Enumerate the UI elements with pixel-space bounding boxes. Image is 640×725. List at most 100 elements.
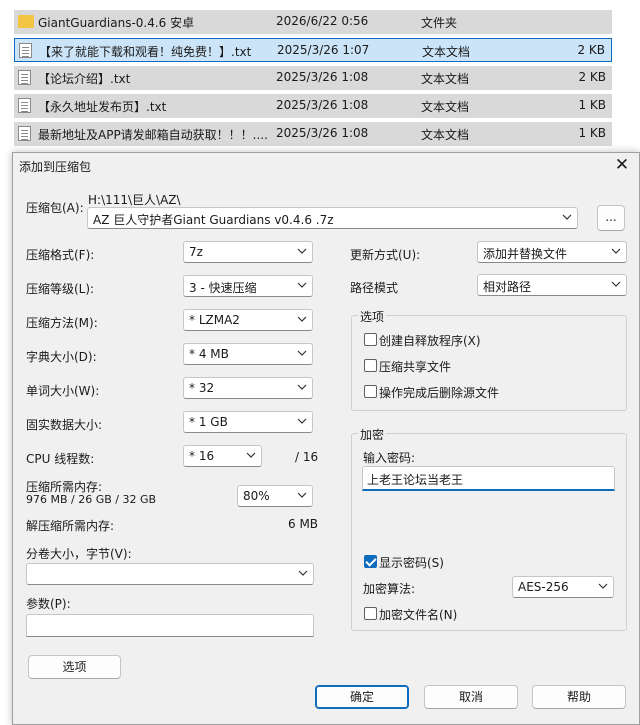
file-type: 文本文档 (421, 72, 470, 86)
file-size: 1 KB (578, 98, 606, 112)
decomp-mem-label: 解压缩所需内存: (26, 519, 115, 533)
cpu-label: CPU 线程数: (26, 452, 95, 466)
level-value: 3 - 快速压缩 (189, 281, 257, 295)
file-date: 2025/3/26 1:08 (276, 126, 369, 140)
text-file-icon (18, 126, 31, 141)
format-value: 7z (189, 245, 203, 259)
params-label: 参数(P): (26, 597, 71, 611)
chevron-down-icon (297, 245, 307, 257)
chevron-down-icon (297, 415, 307, 427)
archive-label: 压缩包(A): (26, 201, 84, 215)
encrypt-names-label: 加密文件名(N) (379, 608, 458, 622)
file-size: 2 KB (577, 43, 605, 57)
enc-method-value: AES-256 (518, 580, 569, 594)
word-value: * 32 (189, 381, 215, 395)
cpu-threads-select[interactable]: * 16 (183, 445, 262, 467)
close-icon[interactable]: ✕ (611, 155, 633, 175)
password-label: 输入密码: (363, 451, 416, 465)
encryption-group-title: 加密 (358, 426, 387, 443)
show-password-label: 显示密码(S) (379, 556, 444, 570)
archive-name-value: AZ 巨人守护者Giant Guardians v0.4.6 .7z (93, 213, 334, 227)
encrypt-names-checkbox[interactable] (364, 607, 377, 620)
word-select[interactable]: * 32 (183, 377, 313, 399)
file-name: 【永久地址发布页】.txt (38, 100, 167, 114)
file-type: 文件夹 (421, 16, 458, 30)
file-size: 2 KB (578, 70, 606, 84)
params-input[interactable] (26, 614, 314, 637)
delete-after-checkbox[interactable] (364, 385, 377, 398)
chevron-down-icon (297, 347, 307, 359)
chevron-down-icon (297, 489, 307, 501)
cpu-max: / 16 (295, 450, 319, 464)
decomp-mem-value: 6 MB (288, 517, 319, 531)
dict-select[interactable]: * 4 MB (183, 343, 313, 365)
file-date: 2025/3/26 1:07 (277, 43, 370, 57)
text-file-icon (18, 70, 31, 85)
file-type: 文本文档 (422, 45, 471, 59)
sfx-checkbox[interactable] (364, 333, 377, 346)
file-size: 1 KB (578, 126, 606, 140)
options-button[interactable]: 选项 (28, 655, 121, 679)
options-group-title: 选项 (358, 308, 387, 325)
browse-button[interactable]: ... (597, 205, 625, 231)
shared-files-checkbox[interactable] (364, 359, 377, 372)
update-label: 更新方式(U): (350, 248, 421, 262)
file-date: 2025/3/26 1:08 (276, 98, 369, 112)
format-label: 压缩格式(F): (26, 248, 95, 262)
password-value: 上老王论坛当老王 (367, 473, 464, 487)
cancel-button[interactable]: 取消 (424, 685, 518, 709)
archive-path: H:\111\巨人\AZ\ (88, 193, 181, 207)
dialog-title: 添加到压缩包 (19, 160, 92, 174)
file-type: 文本文档 (421, 100, 470, 114)
add-to-archive-dialog: 添加到压缩包 ✕ 压缩包(A): H:\111\巨人\AZ\ AZ 巨人守护者G… (12, 152, 640, 725)
file-name: 【论坛介绍】.txt (38, 72, 131, 86)
text-file-icon (18, 98, 31, 113)
split-size-combo[interactable] (26, 563, 314, 585)
file-row-folder[interactable]: GiantGuardians-0.4.6 安卓 2026/6/22 0:56 文… (14, 10, 612, 34)
ok-button[interactable]: 确定 (315, 685, 409, 709)
word-label: 单词大小(W): (26, 384, 100, 398)
method-label: 压缩方法(M): (26, 316, 98, 330)
path-mode-select[interactable]: 相对路径 (477, 274, 627, 296)
chevron-down-icon (562, 211, 572, 223)
dict-value: * 4 MB (189, 347, 229, 361)
file-name: GiantGuardians-0.4.6 安卓 (38, 16, 195, 30)
solid-label: 固实数据大小: (26, 418, 103, 432)
chevron-down-icon (598, 580, 608, 592)
text-file-icon (19, 43, 32, 58)
format-select[interactable]: 7z (183, 241, 313, 263)
archive-name-combo[interactable]: AZ 巨人守护者Giant Guardians v0.4.6 .7z (87, 207, 578, 229)
help-button[interactable]: 帮助 (532, 685, 626, 709)
split-label: 分卷大小，字节(V): (26, 547, 132, 561)
mem-percent-select[interactable]: 80% (237, 485, 313, 507)
file-row[interactable]: 【永久地址发布页】.txt 2025/3/26 1:08 文本文档 1 KB (14, 94, 612, 118)
chevron-down-icon (611, 245, 621, 257)
chevron-down-icon (297, 313, 307, 325)
path-mode-label: 路径模式 (350, 281, 399, 295)
sfx-label: 创建自释放程序(X) (379, 334, 481, 348)
file-date: 2026/6/22 0:56 (276, 14, 369, 28)
dict-label: 字典大小(D): (26, 350, 97, 364)
update-mode-select[interactable]: 添加并替换文件 (477, 241, 627, 263)
show-password-checkbox[interactable] (364, 555, 377, 568)
chevron-down-icon (297, 381, 307, 393)
file-list: GiantGuardians-0.4.6 安卓 2026/6/22 0:56 文… (0, 0, 640, 152)
file-date: 2025/3/26 1:08 (276, 70, 369, 84)
enc-method-label: 加密算法: (363, 582, 416, 596)
shared-files-label: 压缩共享文件 (379, 360, 452, 374)
enc-method-select[interactable]: AES-256 (512, 576, 614, 598)
cpu-value: * 16 (189, 449, 215, 463)
mem-detail: 976 MB / 26 GB / 32 GB (26, 493, 157, 506)
file-row[interactable]: 最新地址及APP请发邮箱自动获取！！！.... 2025/3/26 1:08 文… (14, 122, 612, 146)
password-input[interactable]: 上老王论坛当老王 (362, 466, 615, 491)
level-select[interactable]: 3 - 快速压缩 (183, 275, 313, 297)
file-row-selected[interactable]: 【来了就能下载和观看！纯免费！】.txt 2025/3/26 1:07 文本文档… (14, 38, 612, 62)
folder-icon (18, 15, 34, 28)
file-type: 文本文档 (421, 128, 470, 142)
method-select[interactable]: * LZMA2 (183, 309, 313, 331)
file-name: 【来了就能下载和观看！纯免费！】.txt (39, 45, 252, 59)
chevron-down-icon (298, 567, 308, 579)
solid-select[interactable]: * 1 GB (183, 411, 313, 433)
file-row[interactable]: 【论坛介绍】.txt 2025/3/26 1:08 文本文档 2 KB (14, 66, 612, 90)
delete-after-label: 操作完成后删除源文件 (379, 386, 500, 400)
